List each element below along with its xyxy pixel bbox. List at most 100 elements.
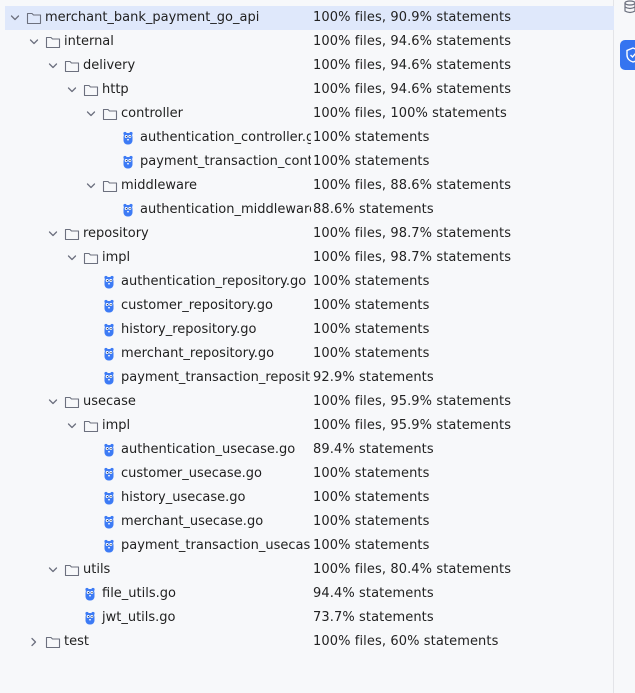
- coverage-stats: 100% files, 94.6% statements: [313, 82, 512, 97]
- coverage-stats: 100% files, 95.9% statements: [313, 394, 512, 409]
- chevron-down-icon[interactable]: [27, 30, 41, 54]
- tree-file-row[interactable]: customer_usecase.go 100% statements: [5, 462, 614, 486]
- go-gopher-file-icon: [102, 347, 118, 361]
- tree-file-row[interactable]: jwt_utils.go 73.7% statements: [5, 606, 614, 630]
- go-gopher-file-icon: [102, 539, 118, 553]
- chevron-down-icon[interactable]: [46, 390, 60, 414]
- folder-icon: [45, 35, 61, 49]
- folder-icon: [45, 635, 61, 649]
- go-gopher-file-icon: [121, 131, 137, 145]
- go-gopher-file-icon: [102, 491, 118, 505]
- coverage-stats: 92.9% statements: [313, 370, 434, 385]
- tree-name-cell: merchant_bank_payment_go_api: [5, 6, 311, 30]
- tree-folder-row[interactable]: impl 100% files, 98.7% statements: [5, 246, 614, 270]
- coverage-stats: 100% statements: [313, 154, 430, 169]
- tree-file-row[interactable]: authentication_usecase.go 89.4% statement…: [5, 438, 614, 462]
- tree-file-row[interactable]: payment_transaction_repository.go92.9% s…: [5, 366, 614, 390]
- tree-node-label: internal: [64, 34, 114, 49]
- tree-folder-row[interactable]: usecase 100% files, 95.9% statements: [5, 390, 614, 414]
- chevron-down-icon[interactable]: [65, 414, 79, 438]
- tree-node-label: payment_transaction_controller.go: [140, 154, 311, 169]
- chevron-down-icon[interactable]: [84, 102, 98, 126]
- tree-file-row[interactable]: history_repository.go 100% statements: [5, 318, 614, 342]
- coverage-stats: 100% files, 80.4% statements: [313, 562, 512, 577]
- tree-folder-row[interactable]: impl 100% files, 95.9% statements: [5, 414, 614, 438]
- tree-file-row[interactable]: history_usecase.go 100% statements: [5, 486, 614, 510]
- tree-name-cell: authentication_controller.go: [5, 126, 311, 150]
- tree-node-label: customer_repository.go: [121, 298, 273, 313]
- coverage-stats: 100% files, 100% statements: [313, 106, 507, 121]
- go-gopher-file-icon: [102, 467, 118, 481]
- coverage-stats: 100% files, 98.7% statements: [313, 226, 512, 241]
- tree-node-label: jwt_utils.go: [102, 610, 176, 625]
- go-gopher-file-icon: [83, 587, 99, 601]
- tree-name-cell: customer_repository.go: [5, 294, 311, 318]
- tree-name-cell: payment_transaction_usecase.go: [5, 534, 311, 558]
- tree-folder-row[interactable]: merchant_bank_payment_go_api 100% files, …: [5, 6, 614, 30]
- tree-folder-row[interactable]: utils 100% files, 80.4% statements: [5, 558, 614, 582]
- tree-name-cell: history_usecase.go: [5, 486, 311, 510]
- tree-node-label: impl: [102, 418, 131, 433]
- tree-name-cell: payment_transaction_controller.go: [5, 150, 311, 174]
- tree-name-cell: file_utils.go: [5, 582, 311, 606]
- go-gopher-file-icon: [102, 443, 118, 457]
- tree-file-row[interactable]: merchant_repository.go 100% statements: [5, 342, 614, 366]
- coverage-stats: 100% files, 88.6% statements: [313, 178, 512, 193]
- coverage-stats: 94.4% statements: [313, 586, 434, 601]
- tree-folder-row[interactable]: http 100% files, 94.6% statements: [5, 78, 614, 102]
- chevron-down-icon[interactable]: [65, 246, 79, 270]
- tree-node-label: test: [64, 634, 89, 649]
- coverage-stats: 100% files, 94.6% statements: [313, 34, 512, 49]
- coverage-stats: 100% files, 94.6% statements: [313, 58, 512, 73]
- tree-folder-row[interactable]: internal 100% files, 94.6% statements: [5, 30, 614, 54]
- tree-node-label: middleware: [121, 178, 198, 193]
- tree-node-label: history_usecase.go: [121, 490, 246, 505]
- chevron-down-icon[interactable]: [84, 174, 98, 198]
- tree-folder-row[interactable]: repository 100% files, 98.7% statements: [5, 222, 614, 246]
- tree-folder-row[interactable]: controller 100% files, 100% statements: [5, 102, 614, 126]
- tree-file-row[interactable]: authentication_repository.go 100% stateme…: [5, 270, 614, 294]
- go-gopher-file-icon: [102, 371, 118, 385]
- go-gopher-file-icon: [102, 275, 118, 289]
- tree-node-label: repository: [83, 226, 149, 241]
- tree-file-row[interactable]: payment_transaction_usecase.go100% state…: [5, 534, 614, 558]
- tree-file-row[interactable]: file_utils.go 94.4% statements: [5, 582, 614, 606]
- tree-file-row[interactable]: authentication_controller.go 100% stateme…: [5, 126, 614, 150]
- tree-node-label: authentication_repository.go: [121, 274, 307, 289]
- tree-node-label: delivery: [83, 58, 136, 73]
- coverage-stats: 100% statements: [313, 538, 430, 553]
- tree-folder-row[interactable]: test 100% files, 60% statements: [5, 630, 614, 654]
- go-gopher-file-icon: [121, 155, 137, 169]
- tree-file-row[interactable]: authentication_middleware.go88.6% statem…: [5, 198, 614, 222]
- coverage-stats: 73.7% statements: [313, 610, 434, 625]
- tree-name-cell: authentication_middleware.go: [5, 198, 311, 222]
- right-tool-strip: [614, 0, 635, 693]
- chevron-down-icon[interactable]: [46, 54, 60, 78]
- tree-node-label: history_repository.go: [121, 322, 257, 337]
- chevron-down-icon[interactable]: [46, 222, 60, 246]
- chevron-right-icon[interactable]: [27, 630, 41, 654]
- tree-file-row[interactable]: merchant_usecase.go 100% statements: [5, 510, 614, 534]
- tree-node-label: authentication_usecase.go: [121, 442, 296, 457]
- tree-name-cell: customer_usecase.go: [5, 462, 311, 486]
- tree-node-label: merchant_bank_payment_go_api: [45, 10, 260, 25]
- tree-node-label: customer_usecase.go: [121, 466, 262, 481]
- tree-folder-row[interactable]: delivery 100% files, 94.6% statements: [5, 54, 614, 78]
- tree-folder-row[interactable]: middleware 100% files, 88.6% statements: [5, 174, 614, 198]
- coverage-stats: 100% statements: [313, 274, 430, 289]
- database-icon[interactable]: [624, 0, 635, 14]
- chevron-down-icon[interactable]: [8, 6, 22, 30]
- folder-icon: [83, 83, 99, 97]
- folder-icon: [102, 107, 118, 121]
- coverage-tool-button[interactable]: [620, 40, 635, 70]
- tree-name-cell: impl: [5, 414, 311, 438]
- coverage-stats: 100% files, 90.9% statements: [313, 10, 512, 25]
- tree-node-label: impl: [102, 250, 131, 265]
- tree-file-row[interactable]: customer_repository.go 100% statements: [5, 294, 614, 318]
- tree-name-cell: merchant_repository.go: [5, 342, 311, 366]
- chevron-down-icon[interactable]: [65, 78, 79, 102]
- chevron-down-icon[interactable]: [46, 558, 60, 582]
- tree-name-cell: usecase: [5, 390, 311, 414]
- tree-file-row[interactable]: payment_transaction_controller.go100% st…: [5, 150, 614, 174]
- coverage-stats: 100% statements: [313, 466, 430, 481]
